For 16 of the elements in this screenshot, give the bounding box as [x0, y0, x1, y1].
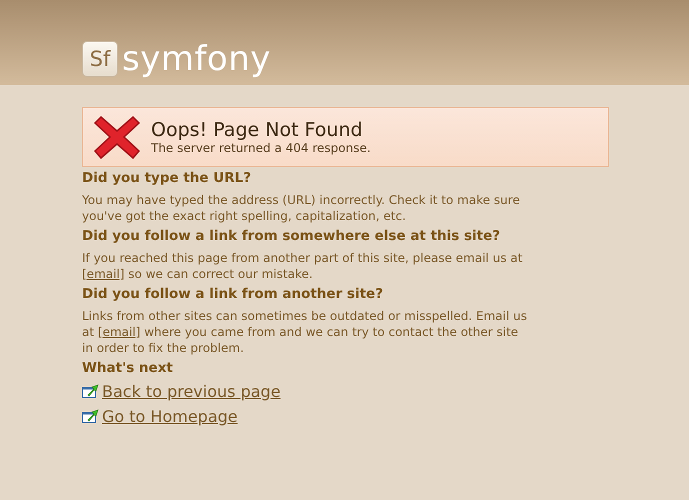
- section-heading: Did you type the URL?: [82, 170, 252, 186]
- logo-text: symfony: [122, 38, 271, 81]
- section-text: Links from other sites can sometimes be outdated or misspelled. Email us at [email] where you came from and we can try to contact the other site in order to fix the problem.: [82, 308, 528, 356]
- email-link[interactable]: [email]: [82, 267, 124, 281]
- cross-icon: [93, 113, 141, 161]
- section-heading: Did you follow a link from another site?: [82, 286, 384, 302]
- error-message: The server returned a 404 response.: [151, 141, 371, 155]
- section-text: You may have typed the address (URL) incorrectly. Check it to make sure you've got the exact right spelling, capitalization, etc.: [82, 192, 521, 224]
- email-link[interactable]: [email]: [98, 325, 140, 339]
- nav-link[interactable]: Back to previous page: [102, 382, 281, 401]
- logo-mark: Sf: [82, 41, 118, 77]
- section-heading: Did you follow a link from somewhere else at this site?: [82, 228, 502, 244]
- section-text: If you reached this page from another part of this site, please email us at [email] so we can correct our mistake.: [82, 250, 524, 282]
- nav-link[interactable]: Go to Homepage: [102, 407, 238, 426]
- error-title: Oops! Page Not Found: [151, 119, 364, 141]
- section-heading: What's next: [82, 360, 174, 376]
